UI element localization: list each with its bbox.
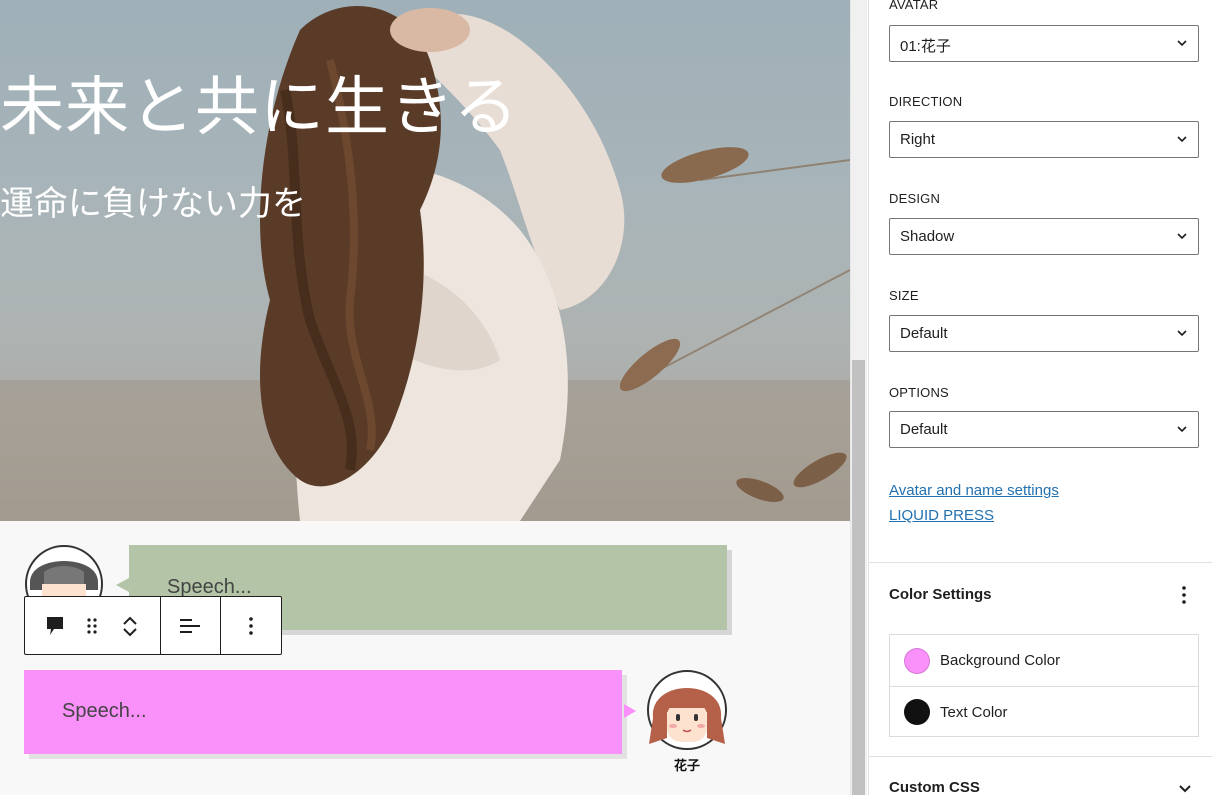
- color-settings-list: Background Color Text Color: [889, 634, 1199, 737]
- block-toolbar: [24, 596, 282, 655]
- liquid-press-link[interactable]: LIQUID PRESS: [889, 507, 994, 524]
- toolbar-group-options: [221, 597, 281, 654]
- toolbar-group-align: [161, 597, 222, 654]
- chevron-down-icon: [1177, 40, 1187, 47]
- background-color-item[interactable]: Background Color: [890, 635, 1198, 686]
- options-select[interactable]: Default: [889, 411, 1199, 448]
- speech-bubble-tail: [116, 578, 129, 592]
- background-color-swatch: [904, 647, 930, 674]
- chevron-down-icon: [1177, 233, 1187, 240]
- direction-select[interactable]: Right: [889, 121, 1199, 158]
- direction-label: DIRECTION: [889, 94, 963, 109]
- more-options-button[interactable]: [232, 597, 270, 654]
- move-down-icon[interactable]: [122, 626, 138, 638]
- more-options-icon: [249, 616, 253, 635]
- more-options-icon: [1182, 586, 1186, 604]
- hero-subtitle[interactable]: 運命に負けない力を: [0, 176, 306, 225]
- text-color-swatch: [904, 699, 930, 725]
- hero-title[interactable]: 未来と共に生きる: [0, 56, 519, 148]
- direction-select-value: Right: [900, 131, 936, 148]
- editor-canvas: 未来と共に生きる 運命に負けない力を Speech... Speech... 花…: [0, 0, 850, 795]
- background-color-label: Background Color: [940, 652, 1061, 669]
- settings-sidebar: AVATAR 01:花子 DIRECTION Right DESIGN Shad…: [868, 0, 1212, 795]
- color-settings-options-button[interactable]: [1174, 583, 1194, 607]
- move-buttons[interactable]: [111, 597, 149, 654]
- female-avatar-icon: [647, 670, 727, 750]
- drag-button[interactable]: [73, 597, 111, 654]
- panel-divider: [869, 562, 1212, 563]
- speech-avatar-right: [645, 668, 729, 752]
- drag-handle-icon: [87, 617, 97, 634]
- align-button[interactable]: [171, 597, 209, 654]
- panel-divider: [869, 756, 1212, 757]
- avatar-name: 花子: [673, 759, 700, 774]
- chevron-down-icon: [1177, 426, 1187, 433]
- chevron-down-icon[interactable]: [1178, 781, 1192, 795]
- speech-text[interactable]: Speech...: [62, 700, 147, 723]
- speech-avatar-left: [24, 544, 104, 600]
- size-select[interactable]: Default: [889, 315, 1199, 352]
- canvas-scrollbar-thumb[interactable]: [852, 360, 865, 795]
- design-select[interactable]: Shadow: [889, 218, 1199, 255]
- align-left-icon: [180, 618, 201, 633]
- toolbar-group-block: [25, 597, 161, 654]
- chevron-down-icon: [1177, 136, 1187, 143]
- options-label: OPTIONS: [889, 385, 949, 400]
- male-avatar-icon: [25, 545, 103, 600]
- speech-bubble-icon: [47, 616, 63, 635]
- design-label: DESIGN: [889, 191, 941, 206]
- speech-bubble-tail: [624, 704, 636, 718]
- options-select-value: Default: [900, 421, 948, 438]
- cover-block[interactable]: 未来と共に生きる 運命に負けない力を: [0, 0, 850, 521]
- text-color-item[interactable]: Text Color: [890, 686, 1198, 737]
- avatar-label: AVATAR: [889, 0, 939, 12]
- speech-bubble-pink[interactable]: Speech...: [24, 670, 622, 754]
- avatar-select[interactable]: 01:花子: [889, 25, 1199, 62]
- text-color-label: Text Color: [940, 703, 1008, 721]
- size-label: SIZE: [889, 288, 919, 303]
- chevron-down-icon: [1177, 330, 1187, 337]
- custom-css-panel-toggle[interactable]: Custom CSS: [889, 779, 980, 795]
- move-up-icon[interactable]: [122, 614, 138, 626]
- color-settings-title[interactable]: Color Settings: [889, 586, 992, 603]
- block-type-button[interactable]: [37, 597, 73, 654]
- size-select-value: Default: [900, 325, 948, 342]
- avatar-settings-link[interactable]: Avatar and name settings: [889, 482, 1059, 499]
- avatar-select-value: 01:花子: [900, 38, 951, 55]
- design-select-value: Shadow: [900, 228, 955, 245]
